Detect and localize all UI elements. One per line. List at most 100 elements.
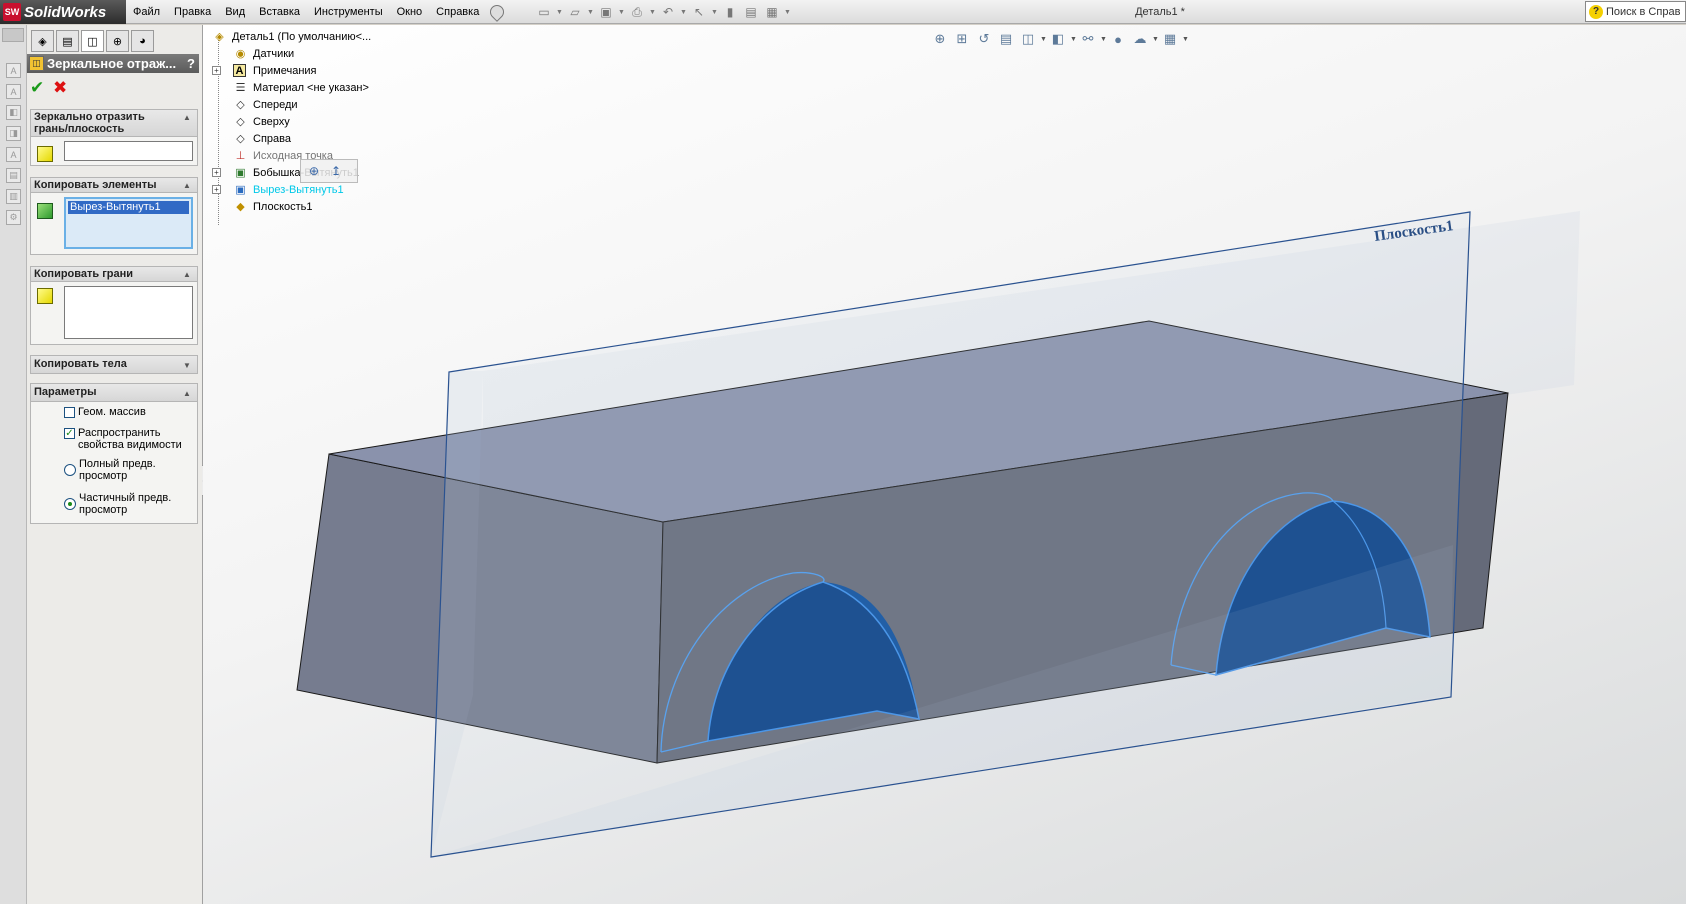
mirror-plane-selection-box[interactable] [64, 141, 193, 161]
tree-item-label: Плоскость1 [253, 200, 313, 213]
menu-tools[interactable]: Инструменты [307, 0, 390, 24]
selected-feature-item[interactable]: Вырез-Вытянуть1 [68, 201, 189, 214]
options-icon[interactable]: ▦ [763, 3, 781, 21]
full-preview-radio[interactable] [64, 464, 76, 476]
display-manager-tab-icon[interactable]: ◕ [131, 30, 154, 52]
menu-edit[interactable]: Правка [167, 0, 218, 24]
plane1-outline[interactable] [430, 211, 1471, 858]
expand-icon[interactable]: + [212, 168, 221, 177]
toolbar-grip[interactable] [2, 28, 24, 42]
zoom-to-selection-icon[interactable]: ⊕ [305, 162, 323, 180]
app-logo[interactable]: SW SolidWorks [0, 0, 126, 24]
geometry-pattern-option[interactable]: Геом. массив [64, 406, 146, 418]
partial-preview-radio[interactable] [64, 498, 76, 510]
section-view-icon[interactable]: ▤ [996, 29, 1016, 49]
view-settings-icon[interactable]: ▦ [1160, 29, 1180, 49]
tree-root[interactable]: ◈ Деталь1 (По умолчанию<... [208, 28, 398, 45]
tree-item-material[interactable]: ☰ Материал <не указан> [212, 79, 472, 96]
collapse-icon[interactable]: ▲ [183, 269, 193, 279]
chevron-down-icon[interactable]: ▼ [680, 3, 687, 21]
full-preview-option[interactable]: Полный предв. просмотр [64, 458, 174, 482]
tree-item-front-plane[interactable]: ◇ Спереди [212, 96, 472, 113]
chevron-down-icon[interactable]: ▼ [711, 3, 718, 21]
chevron-down-icon[interactable]: ▼ [1070, 36, 1077, 43]
tree-item-plane1[interactable]: ◆ Плоскость1 [212, 198, 472, 215]
rebuild-icon[interactable]: ▮ [721, 3, 739, 21]
collapse-icon[interactable]: ▲ [183, 386, 193, 398]
sketch-text-icon[interactable]: A [6, 84, 21, 99]
save-icon[interactable]: ▣ [597, 3, 615, 21]
zoom-to-area-icon[interactable]: ⊞ [952, 29, 972, 49]
previous-view-icon[interactable]: ↺ [974, 29, 994, 49]
expand-icon[interactable]: ▼ [183, 358, 193, 370]
chevron-down-icon[interactable]: ▼ [618, 3, 625, 21]
tree-item-annotations[interactable]: + A Примечания [212, 62, 472, 79]
chevron-down-icon[interactable]: ▼ [649, 3, 656, 21]
tree-item-cut-extrude[interactable]: + ▣ Вырез-Вытянуть1 [212, 181, 472, 198]
normal-to-icon[interactable]: ↥ [327, 162, 345, 180]
sketch-text-icon[interactable]: A [6, 63, 21, 78]
hide-show-items-icon[interactable]: ⚯ [1078, 29, 1098, 49]
view-orientation-icon[interactable]: ◫ [1018, 29, 1038, 49]
annotation-icon[interactable]: A [6, 147, 21, 162]
help-search-input[interactable]: ? Поиск в Справ [1585, 1, 1686, 22]
undo-icon[interactable]: ↶ [659, 3, 677, 21]
tree-item-top-plane[interactable]: ◇ Сверху [212, 113, 472, 130]
copy-bodies-group-header[interactable]: Копировать тела ▼ [31, 356, 197, 373]
geometry-pattern-checkbox[interactable] [64, 407, 75, 418]
collapse-icon[interactable]: ▲ [183, 180, 193, 190]
feature-manager-tab-icon[interactable]: ◈ [31, 30, 54, 52]
options-group-header[interactable]: Параметры ▲ [31, 384, 197, 402]
mirror-plane-group-title: Зеркально отразить грань/плоскость [34, 111, 145, 135]
copy-faces-selection-box[interactable] [64, 286, 193, 339]
file-properties-icon[interactable]: ▤ [742, 3, 760, 21]
pin-icon[interactable] [487, 2, 508, 22]
chevron-down-icon[interactable]: ▼ [1152, 36, 1159, 43]
partial-preview-option[interactable]: Частичный предв. просмотр [64, 492, 174, 516]
chevron-down-icon[interactable]: ▼ [587, 3, 594, 21]
feature-icon[interactable]: ▤ [6, 168, 21, 183]
tree-item-sensors[interactable]: ◉ Датчики [212, 45, 472, 62]
zoom-to-fit-icon[interactable]: ⊕ [930, 29, 950, 49]
new-document-icon[interactable]: ▭ [535, 3, 553, 21]
chevron-down-icon[interactable]: ▼ [1040, 36, 1047, 43]
print-icon[interactable]: ⎙ [628, 3, 646, 21]
mirror-plane-group-header[interactable]: Зеркально отразить грань/плоскость ▲ [31, 110, 197, 137]
open-folder-icon[interactable]: ▱ [566, 3, 584, 21]
select-arrow-icon[interactable]: ↖ [690, 3, 708, 21]
chevron-down-icon[interactable]: ▼ [556, 3, 563, 21]
copy-features-group-header[interactable]: Копировать элементы ▲ [31, 178, 197, 193]
menu-window[interactable]: Окно [390, 0, 430, 24]
propagate-visual-checkbox[interactable]: ✓ [64, 428, 75, 439]
chevron-down-icon[interactable]: ▼ [1100, 36, 1107, 43]
menu-file[interactable]: Файл [126, 0, 167, 24]
cancel-button[interactable]: ✖ [53, 79, 71, 97]
menu-view[interactable]: Вид [218, 0, 252, 24]
help-button[interactable]: ? [187, 56, 195, 71]
tools-icon[interactable]: ⚙ [6, 210, 21, 225]
collapse-icon[interactable]: ▲ [183, 112, 193, 122]
tree-item-right-plane[interactable]: ◇ Справа [212, 130, 472, 147]
configuration-manager-tab-icon[interactable]: ◫ [81, 30, 104, 52]
feature-icon[interactable]: ▥ [6, 189, 21, 204]
propagate-visual-option[interactable]: ✓ Распространить свойства видимости [64, 427, 192, 451]
chevron-down-icon[interactable]: ▼ [784, 3, 791, 21]
menu-help[interactable]: Справка [429, 0, 486, 24]
apply-scene-icon[interactable]: ☁ [1130, 29, 1150, 49]
display-style-icon[interactable]: ◧ [1048, 29, 1068, 49]
face-plane-icon [37, 146, 53, 162]
feature-icon[interactable]: ◨ [6, 126, 21, 141]
feature-icon[interactable]: ◧ [6, 105, 21, 120]
property-manager-tab-icon[interactable]: ▤ [56, 30, 79, 52]
copy-faces-group-header[interactable]: Копировать грани ▲ [31, 267, 197, 282]
chevron-down-icon[interactable]: ▼ [1182, 36, 1189, 43]
standard-toolbar: ▭ ▼ ▱ ▼ ▣ ▼ ⎙ ▼ ↶ ▼ ↖ ▼ ▮ ▤ ▦ ▼ [535, 3, 791, 21]
edit-appearance-icon[interactable]: ● [1108, 29, 1128, 49]
options-group: Параметры ▲ Геом. массив ✓ Распространит… [30, 383, 198, 524]
ok-button[interactable]: ✔ [30, 79, 48, 97]
copy-features-selection-box[interactable]: Вырез-Вытянуть1 [64, 197, 193, 249]
menu-insert[interactable]: Вставка [252, 0, 307, 24]
dimxpert-tab-icon[interactable]: ⊕ [106, 30, 129, 52]
expand-icon[interactable]: + [212, 66, 221, 75]
expand-icon[interactable]: + [212, 185, 221, 194]
